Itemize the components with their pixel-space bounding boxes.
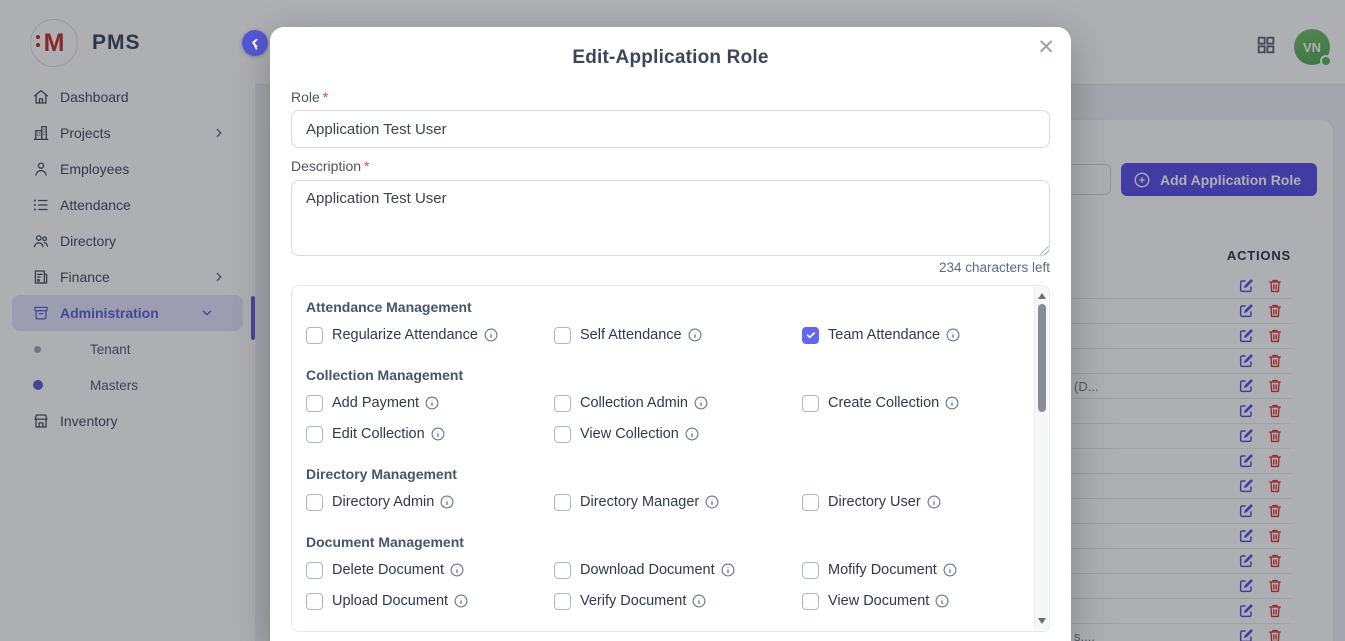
app-screen: M PMS DashboardProjectsEmployeesAttendan… [0,0,1345,641]
permissions-panel: Attendance Management Regularize Attendan… [291,285,1050,632]
permission-grid: Regularize Attendance Self Attendance Team… [306,325,1019,345]
scroll-up-arrow-icon[interactable] [1038,293,1046,299]
permission-label: Team Attendance [828,327,940,343]
required-asterisk: * [364,158,369,174]
permission-label: Mofify Document [828,562,937,578]
permission-section-collection-management: Collection Management Add Payment Collecti… [306,367,1019,444]
permission-section-title: Attendance Management [306,299,1019,317]
permission-create-collection[interactable]: Create Collection [802,393,1019,413]
permission-label: Upload Document [332,593,448,609]
permission-grid: Directory Admin Directory Manager Director… [306,492,1019,512]
permission-directory-admin[interactable]: Directory Admin [306,492,554,512]
characters-left-counter: 234 characters left [939,260,1050,275]
checkbox[interactable] [802,562,819,579]
description-field-label: Description* [291,158,369,174]
permission-upload-document[interactable]: Upload Document [306,591,554,611]
permission-section-document-management: Document Management Delete Document Downlo… [306,534,1019,611]
permission-label: Directory Admin [332,494,434,510]
info-icon[interactable] [440,495,454,509]
checkbox[interactable] [554,327,571,344]
sidebar-collapse-button[interactable] [242,30,268,56]
scroll-down-arrow-icon[interactable] [1038,618,1046,624]
checkbox[interactable] [554,395,571,412]
edit-application-role-modal: Edit-Application Role ✕ Role* Descriptio… [270,27,1071,641]
permission-grid: Delete Document Download Document Mofify D… [306,560,1019,611]
checkbox[interactable] [802,593,819,610]
checkbox[interactable] [554,494,571,511]
info-icon[interactable] [943,563,957,577]
info-icon[interactable] [692,594,706,608]
permission-section-title: Directory Management [306,466,1019,484]
permission-label: Directory User [828,494,921,510]
checkbox[interactable] [306,593,323,610]
permission-label: Verify Document [580,593,686,609]
modal-title: Edit-Application Role [270,47,1071,69]
info-icon[interactable] [450,563,464,577]
checkbox[interactable] [306,426,323,443]
info-icon[interactable] [935,594,949,608]
permission-section-title: Document Management [306,534,1019,552]
checkbox[interactable] [306,395,323,412]
permission-grid: Add Payment Collection Admin Create Collec… [306,393,1019,444]
checkbox-checked[interactable] [802,327,819,344]
checkbox[interactable] [554,562,571,579]
info-icon[interactable] [945,396,959,410]
chevron-left-icon [248,36,262,50]
permission-label: View Document [828,593,929,609]
checkbox[interactable] [306,494,323,511]
info-icon[interactable] [431,427,445,441]
info-icon[interactable] [484,328,498,342]
permission-label: Download Document [580,562,715,578]
permission-regularize-attendance[interactable]: Regularize Attendance [306,325,554,345]
role-field-label: Role* [291,89,328,105]
permission-label: Edit Collection [332,426,425,442]
permission-label: Add Payment [332,395,419,411]
permission-delete-document[interactable]: Delete Document [306,560,554,580]
checkbox[interactable] [554,426,571,443]
info-icon[interactable] [927,495,941,509]
permission-directory-user[interactable]: Directory User [802,492,1019,512]
permission-mofify-document[interactable]: Mofify Document [802,560,1019,580]
permission-section-directory-management: Directory ManagementDirectory AdminDirec… [306,466,1019,512]
permissions-list: Attendance Management Regularize Attendan… [292,286,1049,611]
permission-self-attendance[interactable]: Self Attendance [554,325,802,345]
permission-add-payment[interactable]: Add Payment [306,393,554,413]
permission-team-attendance[interactable]: Team Attendance [802,325,1019,345]
info-icon[interactable] [688,328,702,342]
checkbox[interactable] [802,494,819,511]
info-icon[interactable] [685,427,699,441]
permission-download-document[interactable]: Download Document [554,560,802,580]
permission-section-title: Collection Management [306,367,1019,385]
checkbox[interactable] [306,562,323,579]
permission-collection-admin[interactable]: Collection Admin [554,393,802,413]
info-icon[interactable] [721,563,735,577]
info-icon[interactable] [425,396,439,410]
checkbox[interactable] [554,593,571,610]
permission-label: Create Collection [828,395,939,411]
info-icon[interactable] [705,495,719,509]
permission-edit-collection[interactable]: Edit Collection [306,424,554,444]
info-icon[interactable] [454,594,468,608]
scrollbar-thumb[interactable] [1038,304,1046,412]
permission-view-collection[interactable]: View Collection [554,424,802,444]
permission-label: Delete Document [332,562,444,578]
checkbox[interactable] [802,395,819,412]
checkbox[interactable] [306,327,323,344]
permission-verify-document[interactable]: Verify Document [554,591,802,611]
permission-label: Regularize Attendance [332,327,478,343]
permission-directory-manager[interactable]: Directory Manager [554,492,802,512]
permission-label: View Collection [580,426,679,442]
permission-label: Collection Admin [580,395,688,411]
permission-label: Self Attendance [580,327,682,343]
permission-section-attendance-management: Attendance Management Regularize Attendan… [306,299,1019,345]
info-icon[interactable] [694,396,708,410]
info-icon[interactable] [946,328,960,342]
required-asterisk: * [323,89,328,105]
role-input[interactable] [291,110,1050,148]
close-icon[interactable]: ✕ [1037,37,1055,58]
permission-label: Directory Manager [580,494,699,510]
description-textarea[interactable]: Application Test User [291,180,1050,256]
scrollbar[interactable] [1034,287,1048,630]
permission-view-document[interactable]: View Document [802,591,1019,611]
